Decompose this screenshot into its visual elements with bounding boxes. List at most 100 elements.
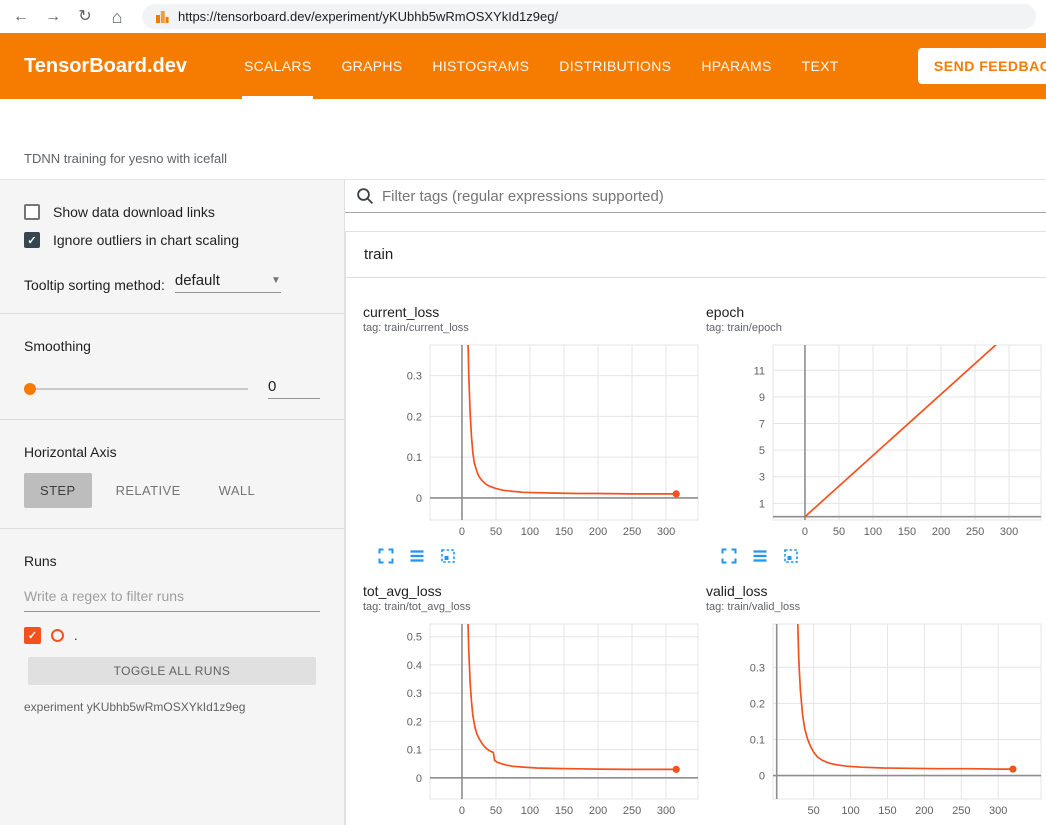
send-feedback-button[interactable]: SEND FEEDBACK bbox=[918, 48, 1046, 84]
svg-text:0.1: 0.1 bbox=[750, 734, 765, 746]
line-chart-epoch[interactable]: 1357911050100150200250300 bbox=[706, 343, 1043, 541]
svg-text:0.3: 0.3 bbox=[407, 688, 422, 700]
charts-grid: current_losstag: train/current_loss00.10… bbox=[346, 278, 1046, 825]
svg-text:0.1: 0.1 bbox=[407, 745, 422, 757]
divider bbox=[0, 419, 344, 420]
slider-thumb[interactable] bbox=[24, 383, 36, 395]
svg-text:250: 250 bbox=[623, 805, 641, 817]
svg-text:50: 50 bbox=[490, 805, 502, 817]
line-chart-tot_avg_loss[interactable]: 00.10.20.30.40.5050100150200250300 bbox=[363, 622, 700, 820]
svg-text:0.2: 0.2 bbox=[407, 716, 422, 728]
svg-text:7: 7 bbox=[759, 419, 765, 431]
show-download-links-label: Show data download links bbox=[53, 204, 215, 220]
tensorboard-favicon bbox=[154, 9, 170, 25]
chart-tag: tag: train/tot_avg_loss bbox=[363, 601, 700, 614]
fullscreen-icon[interactable] bbox=[720, 547, 738, 565]
svg-text:150: 150 bbox=[898, 526, 916, 538]
dropdown-arrow-icon: ▼ bbox=[271, 275, 281, 286]
experiment-id: experiment yKUbhb5wRmOSXYkId1z9eg bbox=[24, 700, 320, 714]
smoothing-slider[interactable] bbox=[24, 388, 248, 390]
run-checkbox-checked-icon[interactable] bbox=[24, 627, 41, 644]
runs-filter-input[interactable] bbox=[24, 581, 320, 612]
fit-domain-icon[interactable] bbox=[782, 547, 800, 565]
tab-text[interactable]: TEXT bbox=[787, 33, 854, 99]
svg-text:0: 0 bbox=[759, 771, 765, 783]
tab-scalars[interactable]: SCALARS bbox=[229, 33, 326, 99]
smoothing-label: Smoothing bbox=[24, 338, 320, 354]
address-bar[interactable]: https://tensorboard.dev/experiment/yKUbh… bbox=[142, 4, 1036, 29]
chart-toolbar bbox=[706, 547, 1043, 565]
show-download-links-checkbox[interactable]: Show data download links bbox=[24, 198, 320, 226]
chart-title: epoch bbox=[706, 304, 1043, 320]
svg-text:300: 300 bbox=[989, 805, 1007, 817]
line-chart-current_loss[interactable]: 00.10.20.3050100150200250300 bbox=[363, 343, 700, 541]
svg-text:150: 150 bbox=[555, 805, 573, 817]
svg-text:0.2: 0.2 bbox=[407, 411, 422, 423]
tensorboard-logo: TensorBoard.dev bbox=[24, 55, 187, 78]
smoothing-value-input[interactable]: 0 bbox=[268, 378, 320, 399]
horizontal-axis-label: Horizontal Axis bbox=[24, 444, 320, 460]
home-icon[interactable]: ⌂ bbox=[106, 8, 128, 26]
chart-cell-current_loss: current_losstag: train/current_loss00.10… bbox=[363, 304, 700, 565]
checkbox-unchecked-icon bbox=[24, 204, 40, 220]
tag-group-header[interactable]: train bbox=[346, 232, 1046, 278]
experiment-title: TDNN training for yesno with icefall bbox=[24, 151, 227, 166]
svg-text:0: 0 bbox=[459, 805, 465, 817]
axis-wall-button[interactable]: WALL bbox=[205, 473, 270, 508]
top-nav: SCALARS GRAPHS HISTOGRAMS DISTRIBUTIONS … bbox=[229, 33, 854, 99]
chart-tag: tag: train/epoch bbox=[706, 322, 1043, 335]
svg-text:0.3: 0.3 bbox=[407, 371, 422, 383]
line-chart-valid_loss[interactable]: 00.10.20.350100150200250300 bbox=[706, 622, 1043, 820]
svg-text:300: 300 bbox=[657, 526, 675, 538]
svg-text:0.3: 0.3 bbox=[750, 662, 765, 674]
tag-group-card: train current_losstag: train/current_los… bbox=[345, 231, 1046, 825]
svg-text:300: 300 bbox=[1000, 526, 1018, 538]
tag-filter-row bbox=[345, 180, 1046, 213]
chart-tag: tag: train/current_loss bbox=[363, 322, 700, 335]
forward-icon[interactable]: → bbox=[42, 9, 64, 25]
svg-text:250: 250 bbox=[952, 805, 970, 817]
svg-text:0: 0 bbox=[416, 773, 422, 785]
svg-text:100: 100 bbox=[521, 526, 539, 538]
run-color-swatch bbox=[51, 629, 64, 642]
search-icon bbox=[355, 186, 375, 206]
tab-distributions[interactable]: DISTRIBUTIONS bbox=[544, 33, 686, 99]
chart-title: valid_loss bbox=[706, 583, 1043, 599]
tooltip-sorting-select[interactable]: default ▼ bbox=[175, 272, 281, 293]
svg-text:100: 100 bbox=[521, 805, 539, 817]
svg-text:150: 150 bbox=[878, 805, 896, 817]
svg-text:100: 100 bbox=[841, 805, 859, 817]
tab-graphs[interactable]: GRAPHS bbox=[326, 33, 417, 99]
svg-text:50: 50 bbox=[833, 526, 845, 538]
tab-histograms[interactable]: HISTOGRAMS bbox=[417, 33, 544, 99]
ignore-outliers-checkbox[interactable]: Ignore outliers in chart scaling bbox=[24, 226, 320, 254]
svg-text:0.1: 0.1 bbox=[407, 452, 422, 464]
chart-tag: tag: train/valid_loss bbox=[706, 601, 1043, 614]
runs-label: Runs bbox=[24, 553, 320, 569]
back-icon[interactable]: ← bbox=[10, 9, 32, 25]
tab-hparams[interactable]: HPARAMS bbox=[686, 33, 786, 99]
log-scale-icon[interactable] bbox=[751, 547, 769, 565]
tooltip-sorting-value: default bbox=[175, 272, 220, 289]
toggle-all-runs-button[interactable]: TOGGLE ALL RUNS bbox=[28, 657, 315, 685]
run-row[interactable]: . bbox=[24, 627, 320, 644]
chart-cell-tot_avg_loss: tot_avg_losstag: train/tot_avg_loss00.10… bbox=[363, 583, 700, 825]
fit-domain-icon[interactable] bbox=[439, 547, 457, 565]
reload-icon[interactable]: ↻ bbox=[74, 9, 96, 25]
tooltip-sorting-label: Tooltip sorting method: bbox=[24, 277, 165, 293]
svg-text:3: 3 bbox=[759, 472, 765, 484]
svg-text:0: 0 bbox=[802, 526, 808, 538]
main-panel: train current_losstag: train/current_los… bbox=[345, 180, 1046, 825]
tag-filter-input[interactable] bbox=[382, 188, 1046, 205]
app-header: TensorBoard.dev SCALARS GRAPHS HISTOGRAM… bbox=[0, 33, 1046, 99]
run-name: . bbox=[74, 628, 78, 643]
log-scale-icon[interactable] bbox=[408, 547, 426, 565]
fullscreen-icon[interactable] bbox=[377, 547, 395, 565]
svg-text:150: 150 bbox=[555, 526, 573, 538]
axis-relative-button[interactable]: RELATIVE bbox=[102, 473, 195, 508]
svg-text:50: 50 bbox=[490, 526, 502, 538]
svg-text:5: 5 bbox=[759, 445, 765, 457]
axis-step-button[interactable]: STEP bbox=[24, 473, 92, 508]
divider bbox=[0, 528, 344, 529]
divider bbox=[0, 313, 344, 314]
